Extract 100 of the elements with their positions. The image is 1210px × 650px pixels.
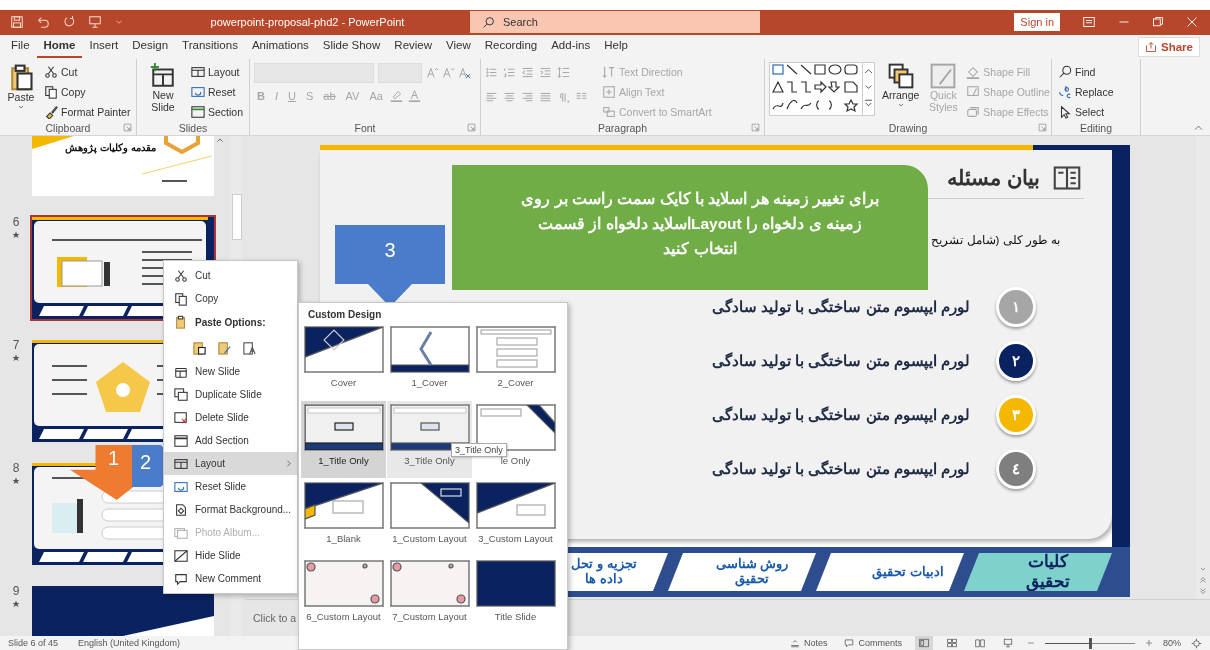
- sign-in-button[interactable]: Sign in: [1014, 13, 1060, 32]
- font-color-icon[interactable]: [407, 89, 421, 102]
- menu-item[interactable]: Duplicate Slide: [164, 383, 297, 406]
- hide-slide-icon: [174, 548, 188, 563]
- menu-item[interactable]: Hide Slide: [164, 544, 297, 567]
- zoom-out-icon[interactable]: [1027, 639, 1035, 647]
- justify-icon[interactable]: [539, 91, 552, 104]
- find-button[interactable]: Find: [1056, 62, 1116, 81]
- select-icon: [1058, 104, 1072, 119]
- paste-text-icon[interactable]: [242, 339, 257, 355]
- align-left-icon[interactable]: [485, 91, 498, 104]
- menu-tab[interactable]: Animations: [244, 35, 316, 59]
- arrange-button[interactable]: Arrange: [879, 62, 923, 111]
- dialog-launcher-icon[interactable]: [467, 123, 476, 132]
- dialog-launcher-icon[interactable]: [1038, 123, 1047, 132]
- menu-tab[interactable]: Review: [387, 35, 440, 59]
- decrease-indent-icon[interactable]: [521, 66, 534, 79]
- text-direction-ltr-icon[interactable]: [557, 91, 570, 104]
- normal-view-button[interactable]: [915, 636, 933, 650]
- section-tab[interactable]: روش شناسی تحقیق: [668, 553, 816, 591]
- bullets-icon[interactable]: [485, 66, 498, 79]
- line-spacing-icon[interactable]: [557, 66, 570, 79]
- shrink-font-icon[interactable]: [442, 66, 455, 79]
- menu-tab[interactable]: Add-ins: [544, 35, 598, 59]
- undo-icon[interactable]: [36, 15, 50, 30]
- close-icon[interactable]: [1186, 16, 1198, 29]
- reset-icon: [174, 479, 188, 494]
- menu-tab[interactable]: View: [439, 35, 478, 59]
- menu-item[interactable]: New Comment: [164, 567, 297, 590]
- present-icon[interactable]: [88, 15, 102, 30]
- menu-tab[interactable]: Recording: [477, 35, 545, 59]
- zoom-in-icon[interactable]: [1145, 639, 1153, 647]
- ribbon-display-icon[interactable]: [1082, 16, 1096, 29]
- menu-item[interactable]: Copy: [164, 287, 297, 310]
- section-tab[interactable]: کلیات تحقیق: [964, 553, 1112, 591]
- cut-icon: [44, 64, 58, 79]
- dialog-launcher-icon[interactable]: [123, 123, 132, 132]
- layout-button[interactable]: Layout: [188, 62, 245, 81]
- numbering-icon[interactable]: [503, 66, 516, 79]
- section-tab[interactable]: ادبیات تحقیق: [816, 553, 964, 591]
- menu-tab[interactable]: Help: [597, 35, 635, 59]
- layout-option[interactable]: 1_Title Only: [301, 401, 386, 478]
- grow-font-icon[interactable]: [426, 66, 439, 79]
- paste-button[interactable]: Paste: [4, 62, 38, 113]
- scrollbar-thumb[interactable]: [232, 194, 242, 240]
- align-center-icon[interactable]: [503, 91, 516, 104]
- menu-tab[interactable]: Design: [125, 35, 176, 59]
- layout-option[interactable]: 2_Cover: [473, 323, 558, 400]
- next-slide-icon[interactable]: [1199, 587, 1207, 595]
- new-slide-button[interactable]: New Slide: [141, 62, 185, 115]
- layout-option[interactable]: Cover: [301, 323, 386, 400]
- normal-view-icon: [918, 638, 930, 648]
- slide-thumbnail[interactable]: مقدمه وکلیات پژوهش: [30, 136, 216, 198]
- group-label: Font: [354, 122, 376, 134]
- menu-tab[interactable]: File: [4, 35, 37, 59]
- dialog-launcher-icon[interactable]: [751, 123, 760, 132]
- previous-slide-icon[interactable]: [1199, 576, 1207, 584]
- search-field[interactable]: Search: [470, 11, 760, 34]
- replace-button[interactable]: Replace: [1056, 82, 1116, 101]
- format-painter-button[interactable]: Format Painter: [42, 102, 133, 121]
- cut-button[interactable]: Cut: [42, 62, 133, 81]
- fit-to-window-icon[interactable]: [1191, 637, 1202, 649]
- highlighter-icon[interactable]: [389, 89, 403, 102]
- paste-formatting-icon[interactable]: [217, 339, 232, 355]
- menu-tab[interactable]: Slide Show: [315, 35, 388, 59]
- layout-option[interactable]: 1_Blank: [301, 479, 386, 556]
- delete-slide-icon: [174, 410, 188, 425]
- align-right-icon[interactable]: [521, 91, 534, 104]
- layout-option[interactable]: 1_Custom Layout: [387, 479, 472, 556]
- reset-button[interactable]: Reset: [188, 82, 245, 101]
- layout-option[interactable]: 1_Cover: [387, 323, 472, 400]
- layout-option[interactable]: 3_Custom Layout: [473, 479, 558, 556]
- select-button[interactable]: Select: [1056, 102, 1116, 121]
- scroll-up-icon[interactable]: [216, 136, 224, 144]
- menu-tab[interactable]: Insert: [82, 35, 126, 59]
- notes-button[interactable]: Notes: [785, 636, 831, 650]
- menu-item[interactable]: New Slide: [164, 360, 297, 383]
- number-circle: ٣: [996, 395, 1036, 435]
- restore-icon[interactable]: [1152, 16, 1164, 29]
- zoom-level: 80%: [1163, 638, 1181, 648]
- search-icon: [482, 15, 495, 29]
- scroll-down-icon[interactable]: [1199, 565, 1207, 573]
- layout-icon: [174, 456, 188, 471]
- menu-heading: Paste Options:: [195, 316, 266, 328]
- clear-formatting-icon[interactable]: [458, 66, 471, 79]
- increase-indent-icon[interactable]: [539, 66, 552, 79]
- window-title: powerpoint-proposal-phd2 - PowerPoint: [209, 16, 406, 29]
- paste-destination-icon[interactable]: [192, 339, 207, 355]
- section-button[interactable]: Section: [188, 102, 245, 121]
- comments-button[interactable]: Comments: [840, 636, 905, 650]
- menu-item[interactable]: Cut: [164, 264, 297, 287]
- menu-item[interactable]: Delete Slide: [164, 406, 297, 429]
- menu-item[interactable]: Layout: [164, 452, 297, 475]
- save-icon[interactable]: [10, 15, 24, 30]
- menu-tab[interactable]: Transitions: [175, 35, 245, 59]
- slide-number: 8: [12, 461, 20, 475]
- copy-button[interactable]: Copy: [42, 82, 133, 101]
- share-button[interactable]: Share: [1138, 36, 1200, 57]
- menu-item[interactable]: Format Background...: [164, 498, 297, 521]
- point-text: لورم ایپسوم متن ساختگی با تولید سادگی: [712, 352, 970, 370]
